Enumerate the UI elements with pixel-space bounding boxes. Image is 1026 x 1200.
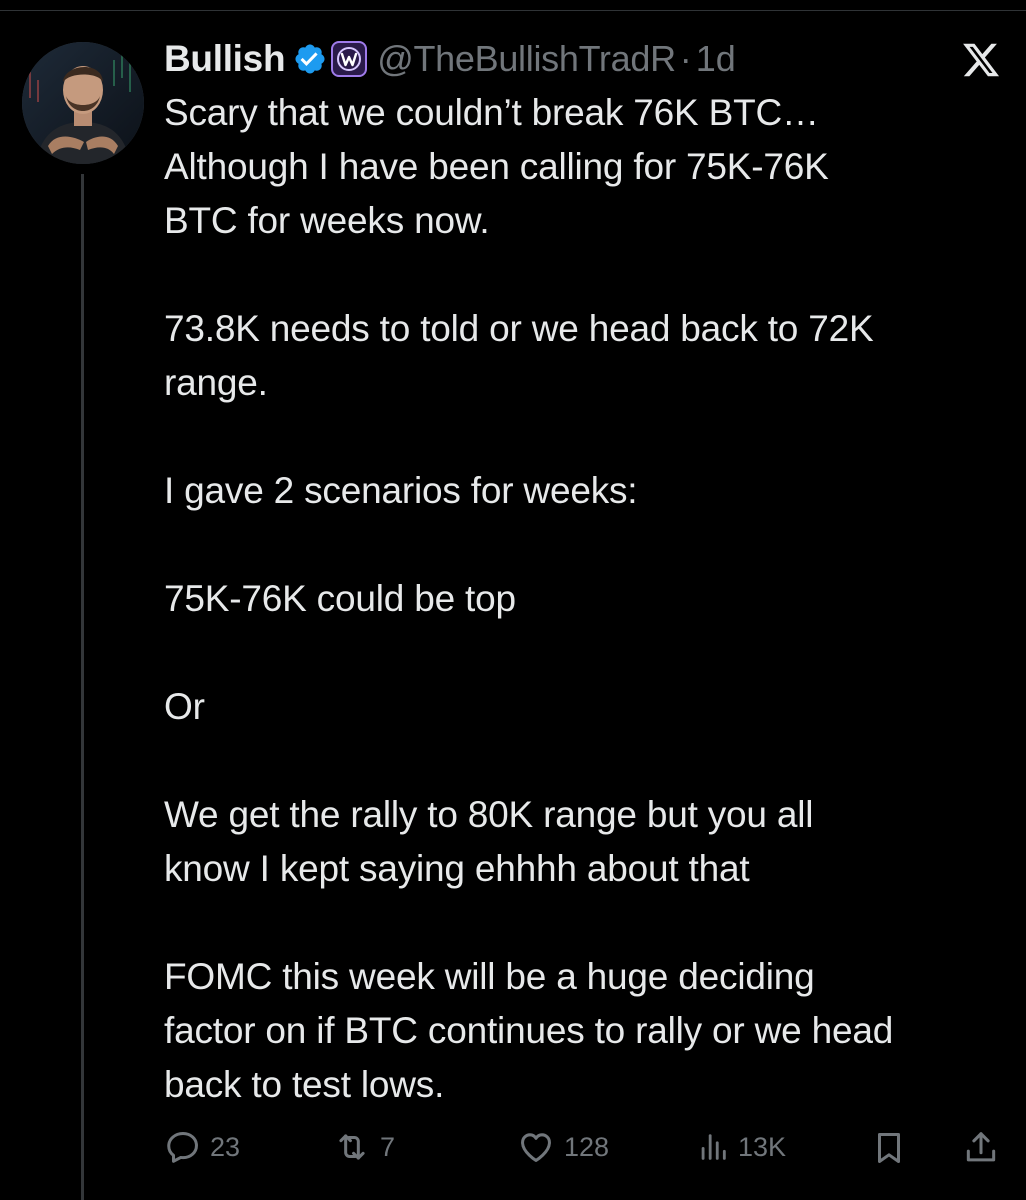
reply-icon [167,1132,198,1163]
avatar[interactable] [22,42,144,164]
bookmark-button[interactable] [870,1128,908,1168]
tweet-paragraph: 73.8K needs to told or we head back to 7… [164,308,874,403]
reply-count: 23 [210,1131,241,1162]
repost-button[interactable]: 7 [332,1128,395,1166]
tweet-header: Bullish @TheBullishTradR · 1d [164,34,736,84]
tweet-paragraph: Or [164,686,205,727]
display-name[interactable]: Bullish [164,38,286,80]
user-handle[interactable]: @TheBullishTradR [377,38,676,80]
repost-count: 7 [380,1131,396,1162]
bookmark-icon [877,1133,901,1163]
tweet-paragraph: We get the rally to 80K range but you al… [164,794,814,889]
tweet-paragraph: I gave 2 scenarios for weeks: [164,470,638,511]
views-button[interactable]: 13K [696,1128,786,1166]
reply-button[interactable]: 23 [164,1128,240,1166]
like-count: 128 [564,1131,610,1162]
tweet-paragraph: 75K-76K could be top [164,578,516,619]
views-icon [701,1134,726,1160]
action-bar: 23 7 128 13K [164,1128,1004,1174]
repost-icon [339,1134,365,1160]
avatar-photo [22,42,144,164]
like-button[interactable]: 128 [516,1128,609,1166]
share-icon [966,1132,996,1162]
timestamp[interactable]: 1d [696,38,736,80]
tweet-paragraph: Scary that we couldn’t break 76K BTC… Al… [164,92,829,241]
verified-badge-icon [293,42,327,76]
share-button[interactable] [962,1128,1000,1168]
heart-icon [521,1133,551,1162]
tweet-paragraph: FOMC this week will be a huge deciding f… [164,956,894,1105]
top-divider [0,10,1026,11]
view-count: 13K [738,1131,787,1162]
separator-dot: · [679,38,692,79]
x-logo-icon [960,40,1002,80]
tweet-text: Scary that we couldn’t break 76K BTC… Al… [164,86,1014,1112]
affiliate-badge-icon[interactable] [331,41,368,77]
thread-line [81,174,84,1200]
